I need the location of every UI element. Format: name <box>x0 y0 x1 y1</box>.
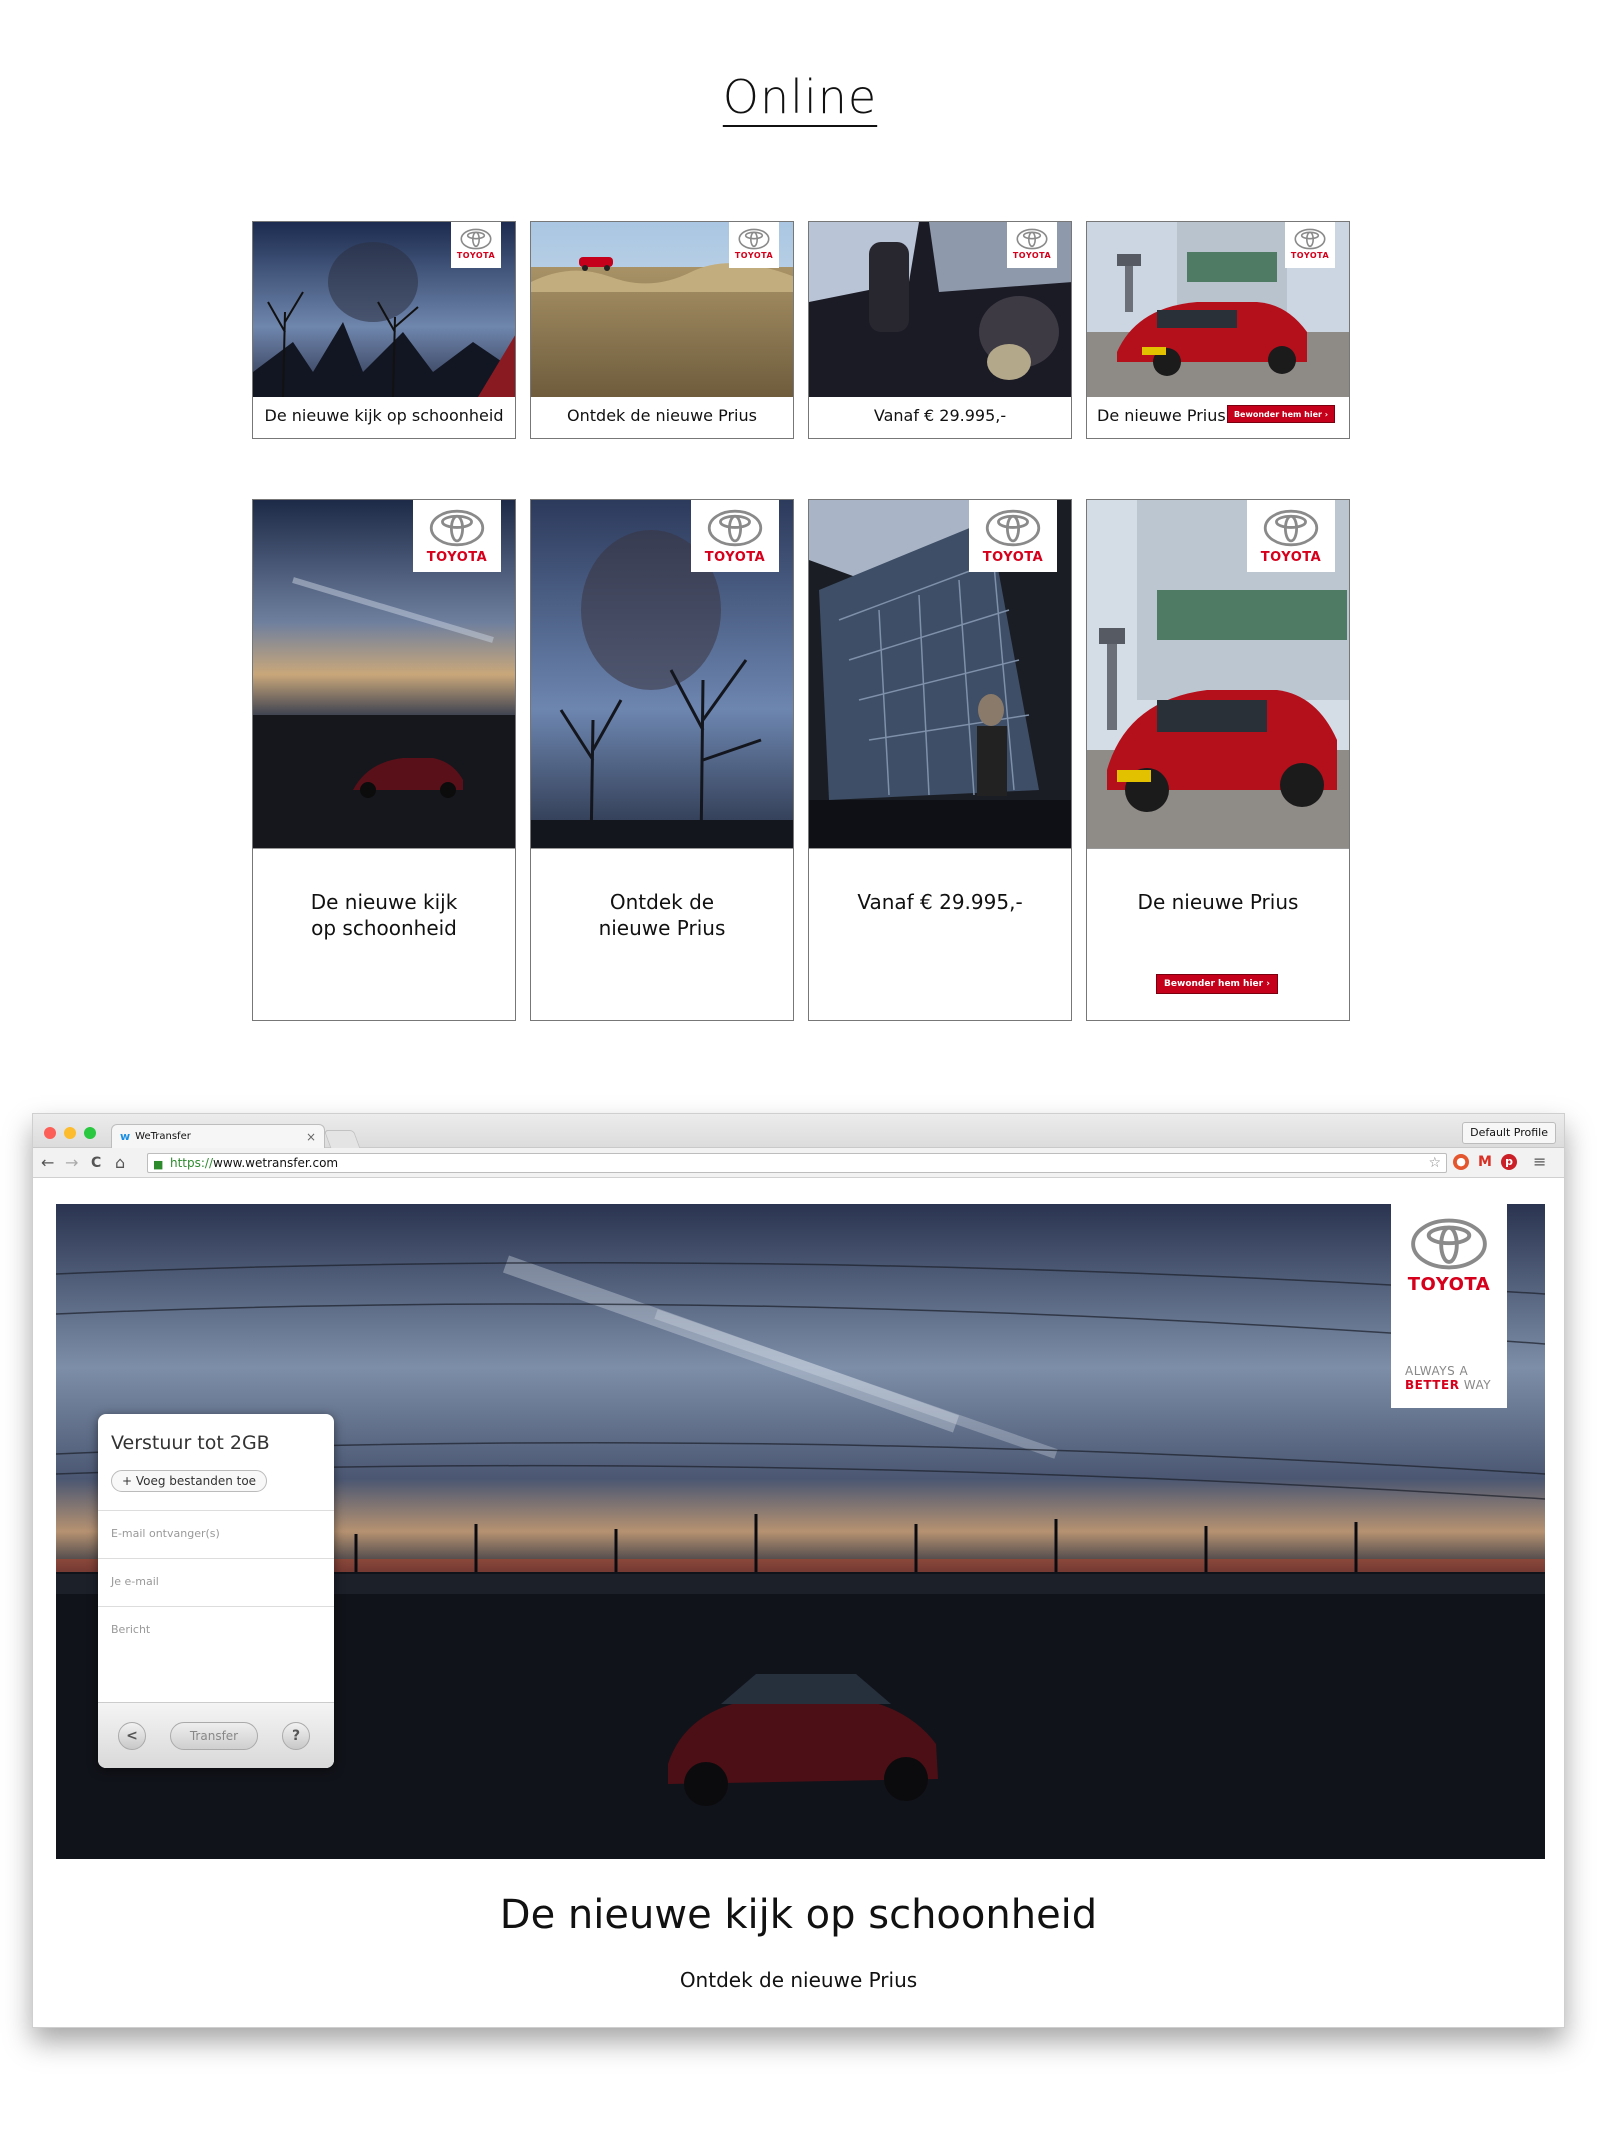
new-tab-button[interactable] <box>323 1130 361 1148</box>
banner-caption: De nieuwe Prius <box>1087 889 1349 915</box>
toyota-logo: TOYOTA <box>729 222 779 268</box>
caption-line-2: nieuwe Prius <box>598 916 726 940</box>
gmail-icon[interactable]: M <box>1477 1154 1493 1170</box>
tagline-way: WAY <box>1459 1378 1492 1392</box>
tagline-line-1: ALWAYS A <box>1405 1364 1469 1378</box>
caption-line-1: Vanaf € 29.995,- <box>857 890 1023 914</box>
home-icon[interactable]: ⌂ <box>115 1153 125 1173</box>
caption-line-1: De nieuwe Prius <box>1137 890 1299 914</box>
url-host: www.wetransfer.com <box>213 1156 339 1170</box>
pinterest-icon[interactable]: p <box>1501 1154 1517 1170</box>
toyota-emblem-icon <box>707 509 763 547</box>
tab-wetransfer[interactable]: w WeTransfer × <box>111 1124 325 1148</box>
tab-title: WeTransfer <box>135 1131 191 1142</box>
toyota-emblem-icon <box>1410 1218 1488 1270</box>
banner-tall-4[interactable]: TOYOTA De nieuwe Prius Bewonder hem hier… <box>1086 499 1350 1021</box>
help-icon[interactable]: ? <box>282 1722 310 1750</box>
back-arrow-icon[interactable]: ← <box>41 1153 54 1173</box>
toyota-emblem-icon <box>429 509 485 547</box>
browser-window: w WeTransfer × Default Profile ← → C ⌂ ■… <box>32 1113 1565 2028</box>
profile-button[interactable]: Default Profile <box>1462 1122 1556 1144</box>
tagline-line-2: BETTER WAY <box>1405 1378 1491 1392</box>
toyota-emblem-icon <box>738 228 770 250</box>
maximize-window-button[interactable] <box>84 1127 96 1139</box>
banner-tall-1[interactable]: TOYOTA De nieuwe kijk op schoonheid <box>252 499 516 1021</box>
tab-close-icon[interactable]: × <box>306 1130 316 1144</box>
toyota-logo: TOYOTA <box>691 500 779 572</box>
banner-small-3[interactable]: TOYOTA Vanaf € 29.995,- <box>808 221 1072 439</box>
toyota-wordmark: TOYOTA <box>1407 1274 1491 1295</box>
banner-caption: De nieuwe kijk op schoonheid <box>253 889 515 941</box>
reload-icon[interactable]: C <box>91 1153 101 1173</box>
banner-tall-3[interactable]: TOYOTA Vanaf € 29.995,- <box>808 499 1072 1021</box>
caption-line-1: De nieuwe kijk <box>310 890 458 914</box>
banner-caption: Ontdek de nieuwe Prius <box>567 406 757 425</box>
transfer-button[interactable]: Transfer <box>170 1722 258 1750</box>
forward-arrow-icon[interactable]: → <box>65 1153 78 1173</box>
toyota-emblem-icon <box>1016 228 1048 250</box>
toyota-logo: TOYOTA <box>451 222 501 268</box>
banner-small-1[interactable]: TOYOTA De nieuwe kijk op schoonheid <box>252 221 516 439</box>
toyota-logo: TOYOTA <box>1007 222 1057 268</box>
address-bar[interactable]: ■ https://www.wetransfer.com ☆ <box>147 1153 1447 1173</box>
toyota-emblem-icon <box>1263 509 1319 547</box>
caption-line-1: Ontdek de <box>609 890 715 914</box>
wetransfer-favicon-icon: w <box>120 1130 131 1143</box>
page-subline[interactable]: Ontdek de nieuwe Prius <box>33 1968 1564 1992</box>
browser-titlebar: w WeTransfer × Default Profile <box>33 1114 1564 1148</box>
close-window-button[interactable] <box>44 1127 56 1139</box>
lock-icon: ■ <box>153 1158 164 1171</box>
message-placeholder: Bericht <box>111 1623 151 1636</box>
banner-small-2[interactable]: TOYOTA Ontdek de nieuwe Prius <box>530 221 794 439</box>
banner-tall-2[interactable]: TOYOTA Ontdek de nieuwe Prius <box>530 499 794 1021</box>
sender-email-field[interactable]: Je e-mail <box>98 1558 334 1606</box>
section-heading: Online <box>722 70 878 124</box>
bewonder-button[interactable]: Bewonder hem hier › <box>1227 405 1335 423</box>
minimize-window-button[interactable] <box>64 1127 76 1139</box>
menu-icon[interactable]: ≡ <box>1533 1152 1546 1172</box>
toyota-logo: TOYOTA <box>1285 222 1335 268</box>
toyota-logo: TOYOTA <box>1247 500 1335 572</box>
banner-small-4[interactable]: TOYOTA De nieuwe Prius Bewonder hem hier… <box>1086 221 1350 439</box>
extension-fire-icon[interactable]: ● <box>1453 1154 1469 1170</box>
tagline-better: BETTER <box>1405 1378 1460 1392</box>
message-field[interactable]: Bericht <box>98 1606 334 1702</box>
banner-caption: De nieuwe kijk op schoonheid <box>264 406 504 425</box>
upload-panel-footer: < Transfer ? <box>98 1702 334 1768</box>
upload-panel-title: Verstuur tot 2GB <box>111 1432 270 1454</box>
add-files-button[interactable]: + Voeg bestanden toe <box>111 1470 268 1492</box>
banner-caption: Vanaf € 29.995,- <box>809 889 1071 915</box>
wetransfer-upload-panel: Verstuur tot 2GB + Voeg bestanden toe E-… <box>98 1414 334 1768</box>
url-scheme: https:// <box>170 1156 214 1170</box>
bewonder-button[interactable]: Bewonder hem hier › <box>1156 974 1278 994</box>
email-recipients-placeholder: E-mail ontvanger(s) <box>111 1527 220 1540</box>
toyota-emblem-icon <box>460 228 492 250</box>
toyota-emblem-icon <box>985 509 1041 547</box>
toyota-emblem-icon <box>1294 228 1326 250</box>
banner-caption: Vanaf € 29.995,- <box>873 406 1007 425</box>
hero-image: TOYOTA ALWAYS A BETTER WAY Verstuur tot … <box>56 1204 1545 1859</box>
toyota-logo: TOYOTA <box>969 500 1057 572</box>
sender-email-placeholder: Je e-mail <box>111 1575 159 1588</box>
page-headline: De nieuwe kijk op schoonheid <box>499 1892 1098 1938</box>
banner-caption: Ontdek de nieuwe Prius <box>531 889 793 941</box>
email-recipients-field[interactable]: E-mail ontvanger(s) <box>98 1510 334 1558</box>
share-icon[interactable]: < <box>118 1722 146 1750</box>
bookmark-star-icon[interactable]: ☆ <box>1428 1154 1441 1172</box>
toyota-logo: TOYOTA <box>413 500 501 572</box>
toyota-brand-panel: TOYOTA ALWAYS A BETTER WAY <box>1391 1204 1507 1408</box>
browser-toolbar: ← → C ⌂ ■ https://www.wetransfer.com ☆ ●… <box>33 1148 1564 1178</box>
caption-line-2: op schoonheid <box>311 916 457 940</box>
